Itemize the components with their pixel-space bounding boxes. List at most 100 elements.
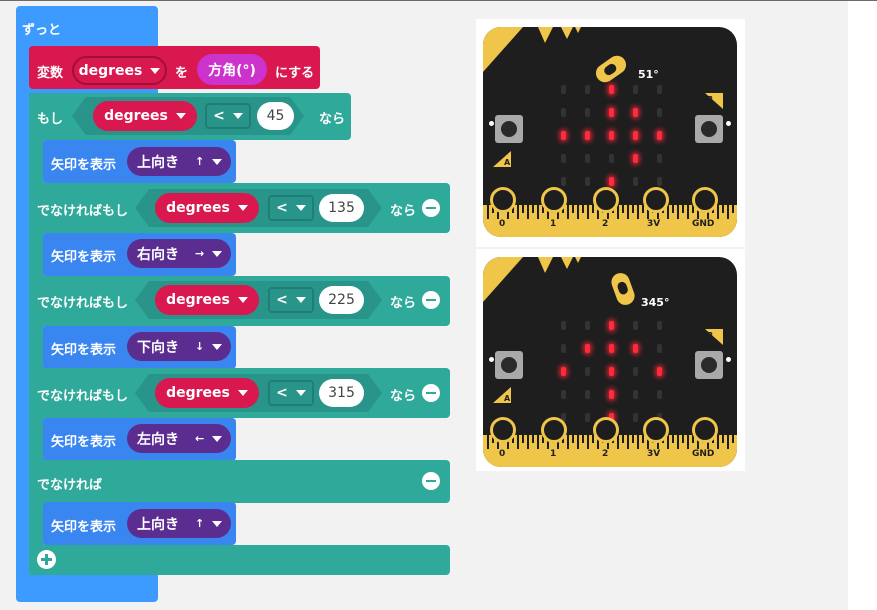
forever-label: ずっと [22,23,62,38]
led-off [585,390,590,399]
pin-hole [593,417,619,443]
pin-1[interactable] [541,187,567,221]
minus-circle-icon[interactable] [422,199,440,217]
button-a[interactable] [495,351,523,379]
button-b-indicator [726,357,731,362]
pin-hole [643,417,669,443]
led-off [633,367,638,376]
chevron-down-icon [212,520,223,527]
number-input[interactable]: 225 [319,286,364,314]
set-variable-label: 変数 [37,66,64,81]
show-arrow-label: 矢印を表示 [51,250,117,265]
chevron-down-icon [212,343,223,350]
chevron-down-icon [150,67,161,74]
then-label: なら [319,112,346,127]
operator-label: < [276,200,288,216]
operator-dropdown[interactable]: < [268,287,314,313]
chevron-down-icon [212,435,223,442]
pin-label: 1 [550,219,557,229]
variable-reporter[interactable]: degrees [155,285,259,315]
minus-circle-icon[interactable] [422,384,440,402]
button-a-indicator [489,121,494,126]
set-suffix-label: にする [275,66,315,81]
if-block-footer[interactable] [29,545,450,575]
button-b-indicator [726,121,731,126]
operator-dropdown[interactable]: < [268,195,314,221]
if-label: もし [37,112,64,127]
button-b[interactable] [695,115,723,143]
led-on [633,154,638,163]
led-off [585,177,590,186]
button-a-indicator [489,357,494,362]
pin-gnd[interactable] [692,417,718,451]
variable-reporter[interactable]: degrees [155,378,259,408]
svg-text:A: A [504,394,511,403]
top-border [0,0,877,1]
button-a-marker-icon: A [493,387,513,409]
pin-label: GND [692,449,715,459]
microbit-simulator[interactable]: 345° A B 0 1 2 3V GND [483,257,737,467]
minus-circle-icon[interactable] [422,472,440,490]
operator-label: < [276,292,288,308]
number-input[interactable]: 135 [319,194,364,222]
pin-label: 3V [647,449,661,459]
pin-label: 2 [602,449,609,459]
variable-reporter[interactable]: degrees [93,101,197,131]
show-arrow-label: 矢印を表示 [51,435,117,450]
variable-dropdown[interactable]: degrees [72,56,167,85]
operator-label: < [213,108,225,124]
number-input[interactable]: 315 [319,379,364,407]
pin-1[interactable] [541,417,567,451]
pin-3v[interactable] [643,417,669,451]
pin-2[interactable] [593,417,619,451]
pin-hole [490,417,516,443]
arrow-direction-label: 上向き [137,154,179,171]
else-label: でなければ [37,478,103,493]
led-on [609,321,614,330]
led-on [633,108,638,117]
led-on [609,108,614,117]
button-b[interactable] [695,351,723,379]
variable-reporter-label: degrees [166,292,230,308]
compass-heading-reporter[interactable]: 方角(°) [197,54,267,85]
led-off [561,321,566,330]
pin-label: 3V [647,219,661,229]
operator-dropdown[interactable]: < [205,103,251,129]
chevron-down-icon [237,390,248,396]
number-input[interactable]: 45 [257,102,294,130]
pin-hole [692,417,718,443]
arrow-dropdown[interactable]: 左向き ← [127,424,231,453]
pin-0[interactable] [490,187,516,221]
arrow-dropdown[interactable]: 上向き ↑ [127,509,231,538]
minus-circle-icon[interactable] [422,291,440,309]
pin-gnd[interactable] [692,187,718,221]
plus-circle-icon[interactable] [37,550,56,569]
show-arrow-label: 矢印を表示 [51,343,117,358]
pin-3v[interactable] [643,187,669,221]
led-off [633,413,638,422]
show-arrow-label: 矢印を表示 [51,520,117,535]
chevron-down-icon [295,390,306,396]
led-off [561,154,566,163]
corner-stripes [483,27,583,97]
chevron-down-icon [232,113,243,119]
pin-0[interactable] [490,417,516,451]
led-off [561,108,566,117]
variable-reporter[interactable]: degrees [155,193,259,223]
microbit-simulator[interactable]: 51° A B 0 1 2 3V GND [483,27,737,237]
operator-dropdown[interactable]: < [268,380,314,406]
arrow-dropdown[interactable]: 右向き → [127,239,231,268]
pin-hole [490,187,516,213]
pin-label: 0 [499,219,506,229]
pin-2[interactable] [593,187,619,221]
arrow-dropdown[interactable]: 下向き ↓ [127,332,231,361]
pin-hole [692,187,718,213]
button-a[interactable] [495,115,523,143]
svg-text:B: B [707,331,713,340]
right-gutter [848,1,877,610]
variable-name: degrees [78,62,143,79]
chevron-down-icon [295,205,306,211]
chevron-down-icon [212,250,223,257]
arrow-dropdown[interactable]: 上向き ↑ [127,147,231,176]
led-off [585,367,590,376]
